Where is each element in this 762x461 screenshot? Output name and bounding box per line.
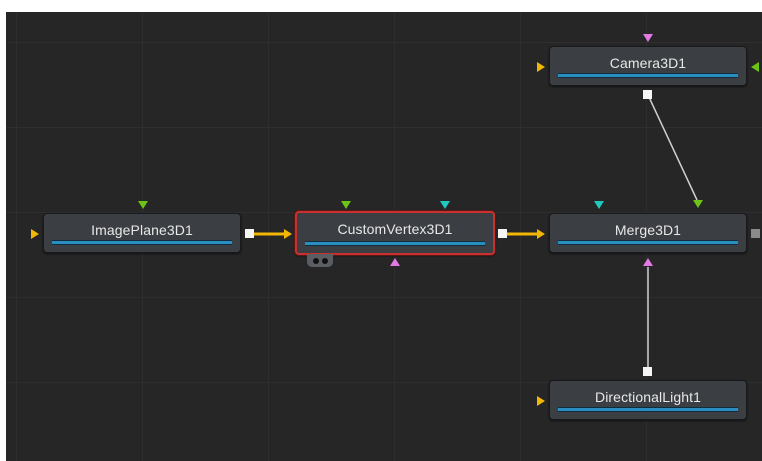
scene-input-icon[interactable] <box>643 258 653 266</box>
node-imageplane3d1[interactable]: ImagePlane3D1 <box>43 213 241 253</box>
node-directionallight1[interactable]: DirectionalLight1 <box>549 380 747 420</box>
background-input-icon[interactable] <box>537 396 545 406</box>
material-input-icon[interactable] <box>138 201 148 209</box>
effect-mask-input-icon[interactable] <box>594 201 604 209</box>
background-input-icon[interactable] <box>537 62 545 72</box>
output-port-icon[interactable] <box>245 229 254 238</box>
node-status-bar <box>52 240 232 245</box>
node-options-icon[interactable] <box>307 254 333 267</box>
output-port-icon[interactable] <box>498 229 507 238</box>
node-label: ImagePlane3D1 <box>91 222 193 238</box>
node-status-bar <box>558 73 738 78</box>
node-label: CustomVertex3D1 <box>337 221 453 237</box>
node-status-bar <box>558 240 738 245</box>
node-status-bar <box>558 407 738 412</box>
node-merge3d1[interactable]: Merge3D1 <box>549 213 747 253</box>
output-port-icon[interactable] <box>751 229 760 238</box>
node-label: Merge3D1 <box>614 222 682 238</box>
image-input-icon[interactable] <box>341 201 351 209</box>
camera-input-icon[interactable] <box>643 34 653 42</box>
node-label: DirectionalLight1 <box>595 389 701 405</box>
aux-input-icon[interactable] <box>390 258 400 266</box>
effect-mask-input-icon[interactable] <box>440 201 450 209</box>
node-status-bar <box>305 241 485 246</box>
node-label: Camera3D1 <box>609 55 687 71</box>
node-camera3d1[interactable]: Camera3D1 <box>549 46 747 86</box>
background-input-icon[interactable] <box>537 229 545 239</box>
scene-input-icon[interactable] <box>284 229 292 239</box>
scene-input-icon[interactable] <box>693 200 703 208</box>
foreground-input-icon[interactable] <box>751 62 759 72</box>
output-port-icon[interactable] <box>643 90 652 99</box>
node-customvertex3d1[interactable]: CustomVertex3D1 <box>295 211 495 255</box>
output-port-icon[interactable] <box>643 367 652 376</box>
background-input-icon[interactable] <box>31 229 39 239</box>
